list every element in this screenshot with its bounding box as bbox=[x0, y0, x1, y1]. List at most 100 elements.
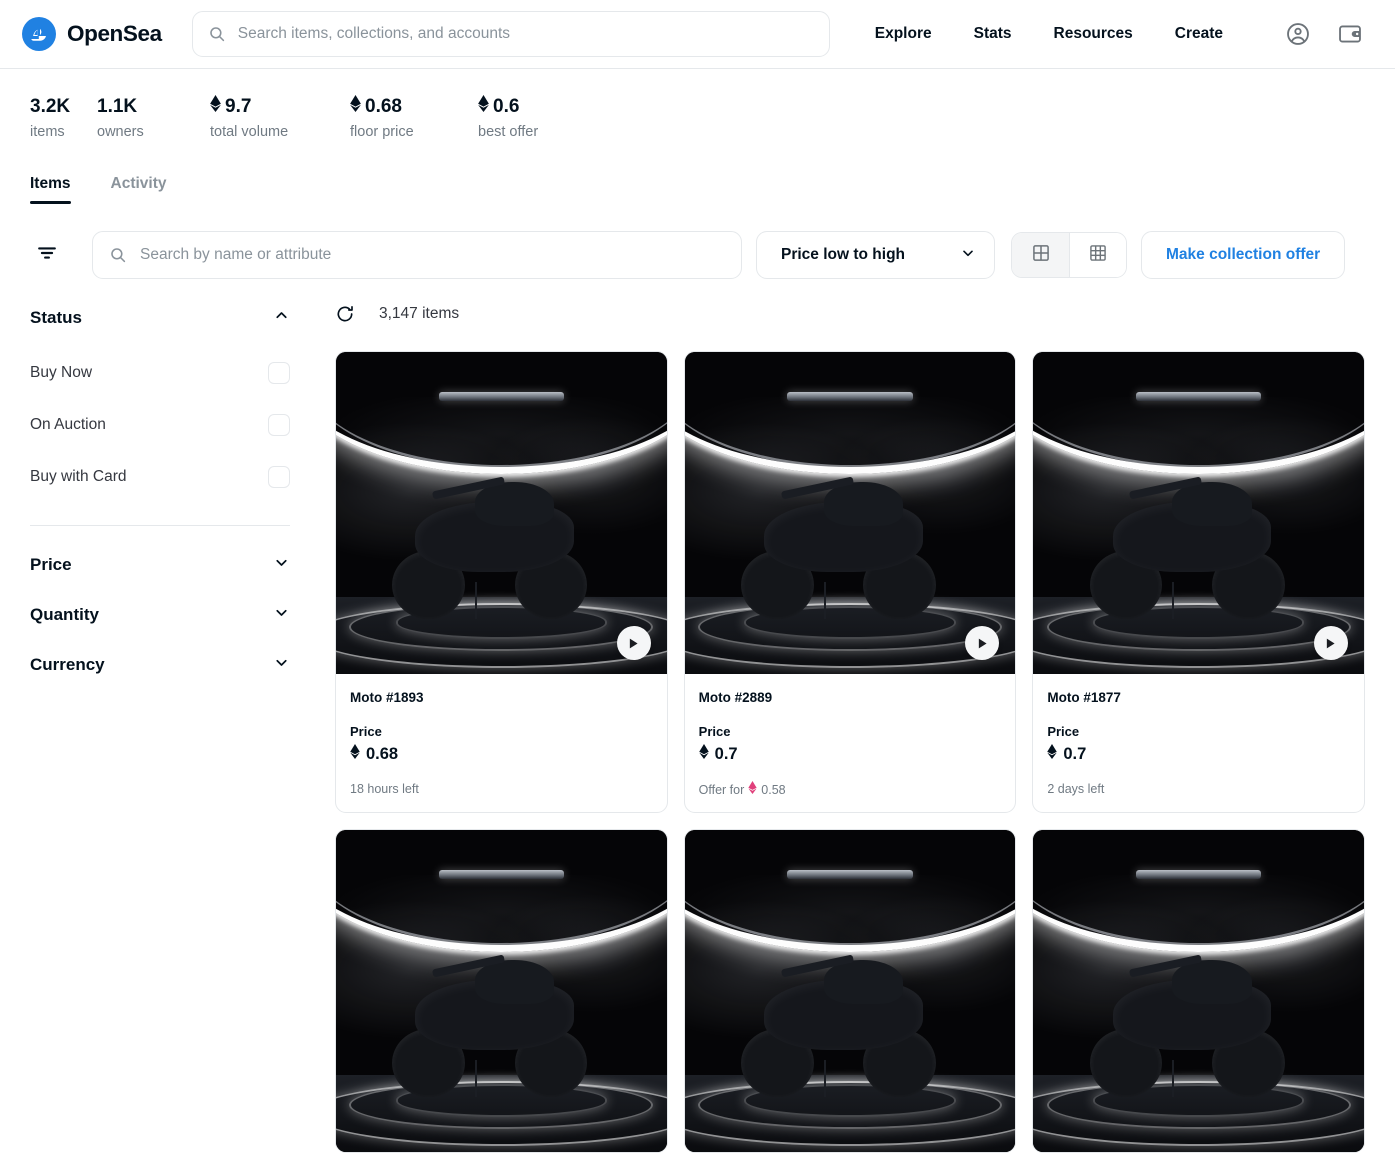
nft-time-left: 2 days left bbox=[1047, 781, 1350, 797]
ethereum-icon bbox=[478, 95, 489, 119]
stat-total-volume: 9.7 total volume bbox=[210, 95, 350, 141]
artwork-image bbox=[1033, 352, 1364, 674]
sidebar-divider bbox=[30, 525, 290, 526]
brand-logo-link[interactable]: OpenSea bbox=[22, 17, 162, 51]
nft-price-label: Price bbox=[698, 724, 731, 739]
results-header: 3,147 items bbox=[335, 299, 1365, 329]
stat-label: owners bbox=[97, 124, 144, 140]
nav-item-resources[interactable]: Resources bbox=[1033, 25, 1154, 43]
nft-artwork[interactable] bbox=[1033, 352, 1364, 674]
artwork-image bbox=[1033, 830, 1364, 1152]
view-mode-grid-small[interactable] bbox=[1069, 233, 1126, 277]
nft-best-offer: Offer for 0.58 bbox=[699, 781, 1002, 798]
item-search[interactable] bbox=[92, 231, 742, 279]
sort-selected-value: Price low to high bbox=[781, 246, 906, 263]
stat-value: 3.2K bbox=[30, 96, 71, 117]
view-mode-grid-large[interactable] bbox=[1012, 233, 1069, 277]
ethereum-icon bbox=[350, 744, 360, 764]
filter-option-label: On Auction bbox=[30, 416, 106, 433]
filter-group-price[interactable]: Price bbox=[30, 540, 290, 590]
items-grid-region: 3,147 items Moto #1893 Price 0.68 18 hou… bbox=[335, 299, 1365, 1153]
filter-option-label: Buy with Card bbox=[30, 468, 127, 485]
nft-card-info: Moto #1877 Price 0.7 2 days left bbox=[1033, 674, 1364, 811]
wallet-icon[interactable] bbox=[1337, 21, 1363, 47]
items-grid: Moto #1893 Price 0.68 18 hours left Moto… bbox=[335, 351, 1365, 1153]
nav-item-stats[interactable]: Stats bbox=[953, 25, 1033, 43]
nft-artwork[interactable] bbox=[336, 830, 667, 1152]
nft-artwork[interactable] bbox=[684, 830, 1016, 1152]
nft-offer-value: 0.58 bbox=[761, 782, 786, 797]
checkbox-on-auction[interactable] bbox=[268, 414, 290, 436]
nft-card-info: Moto #1893 Price 0.68 18 hours left bbox=[336, 674, 667, 811]
nft-card[interactable] bbox=[335, 829, 668, 1153]
stat-value: 9.7 bbox=[225, 96, 252, 117]
grid-3x3-icon bbox=[1088, 243, 1108, 268]
filter-group-quantity[interactable]: Quantity bbox=[30, 590, 290, 640]
nft-card[interactable]: Moto #2889 Price 0.7 Offer for 0.58 bbox=[683, 351, 1017, 813]
chevron-down-icon bbox=[960, 245, 976, 266]
nft-card[interactable]: Moto #1877 Price 0.7 2 days left bbox=[1032, 351, 1365, 813]
stat-label: total volume bbox=[210, 124, 289, 140]
stat-label: items bbox=[30, 124, 65, 140]
make-collection-offer-button[interactable]: Make collection offer bbox=[1141, 231, 1346, 279]
stat-value: 0.6 bbox=[493, 96, 520, 117]
opensea-boat-logo-icon bbox=[22, 17, 56, 51]
checkbox-buy-with-card[interactable] bbox=[268, 466, 290, 488]
filter-group-status[interactable]: Status bbox=[30, 299, 290, 337]
search-icon bbox=[109, 246, 127, 264]
nav-item-create[interactable]: Create bbox=[1154, 25, 1244, 43]
nft-price-value: 0.7 bbox=[1063, 744, 1087, 763]
stat-best-offer: 0.6 best offer bbox=[478, 95, 538, 141]
ethereum-icon bbox=[698, 744, 709, 764]
collection-stats: 3.2K items 1.1K owners 9.7 total volume … bbox=[0, 69, 1395, 141]
view-mode-toggle bbox=[1011, 232, 1127, 278]
stat-value: 0.68 bbox=[365, 96, 402, 117]
nft-card[interactable]: Moto #1893 Price 0.68 18 hours left bbox=[335, 351, 668, 813]
nft-card-info: Moto #2889 Price 0.7 Offer for 0.58 bbox=[685, 674, 1016, 812]
stat-floor-price: 0.68 floor price bbox=[350, 95, 478, 141]
nft-footer-text: 2 days left bbox=[1047, 782, 1105, 796]
account-circle-icon[interactable] bbox=[1285, 21, 1311, 47]
nft-artwork[interactable] bbox=[684, 352, 1016, 674]
page-content: Status Buy Now On Auction Buy with Card bbox=[0, 299, 1395, 1153]
filter-option-buy-with-card[interactable]: Buy with Card bbox=[30, 451, 290, 503]
nft-artwork[interactable] bbox=[1033, 830, 1364, 1152]
status-options: Buy Now On Auction Buy with Card bbox=[30, 347, 290, 503]
artwork-image bbox=[336, 830, 667, 1152]
search-input[interactable] bbox=[237, 25, 814, 43]
items-toolbar: Price low to high bbox=[0, 204, 1395, 279]
item-count-text: 3,147 items bbox=[379, 305, 460, 322]
stat-owners: 1.1K owners bbox=[97, 95, 210, 141]
nft-artwork[interactable] bbox=[336, 352, 667, 674]
filter-toggle-button[interactable] bbox=[30, 238, 64, 272]
tab-activity[interactable]: Activity bbox=[111, 175, 167, 204]
chevron-down-icon bbox=[273, 654, 290, 676]
nft-card[interactable] bbox=[1032, 829, 1365, 1153]
stat-label: floor price bbox=[350, 124, 414, 140]
tab-items[interactable]: Items bbox=[30, 175, 71, 204]
play-icon[interactable] bbox=[1313, 626, 1348, 660]
stat-value: 1.1K bbox=[97, 96, 138, 117]
nft-price-value: 0.68 bbox=[366, 744, 399, 763]
filter-option-on-auction[interactable]: On Auction bbox=[30, 399, 290, 451]
play-icon[interactable] bbox=[616, 626, 651, 660]
stat-items: 3.2K items bbox=[30, 95, 97, 141]
checkbox-buy-now[interactable] bbox=[268, 362, 290, 384]
nav-item-explore[interactable]: Explore bbox=[854, 25, 953, 43]
global-search[interactable] bbox=[191, 11, 830, 57]
search-icon bbox=[208, 25, 226, 43]
filters-sidebar: Status Buy Now On Auction Buy with Card bbox=[30, 299, 335, 1153]
brand-name: OpenSea bbox=[67, 21, 162, 46]
refresh-icon[interactable] bbox=[335, 304, 355, 324]
filter-option-buy-now[interactable]: Buy Now bbox=[30, 347, 290, 399]
artwork-image bbox=[684, 830, 1016, 1152]
filter-group-currency[interactable]: Currency bbox=[30, 640, 290, 690]
item-search-input[interactable] bbox=[140, 246, 725, 264]
sort-dropdown[interactable]: Price low to high bbox=[756, 231, 995, 279]
stat-label: best offer bbox=[478, 124, 539, 140]
nft-card[interactable] bbox=[683, 829, 1017, 1153]
artwork-image bbox=[684, 352, 1016, 674]
nft-footer-text: 18 hours left bbox=[350, 782, 419, 796]
nft-price: 0.68 bbox=[350, 744, 653, 764]
filter-group-title: Currency bbox=[30, 655, 105, 674]
